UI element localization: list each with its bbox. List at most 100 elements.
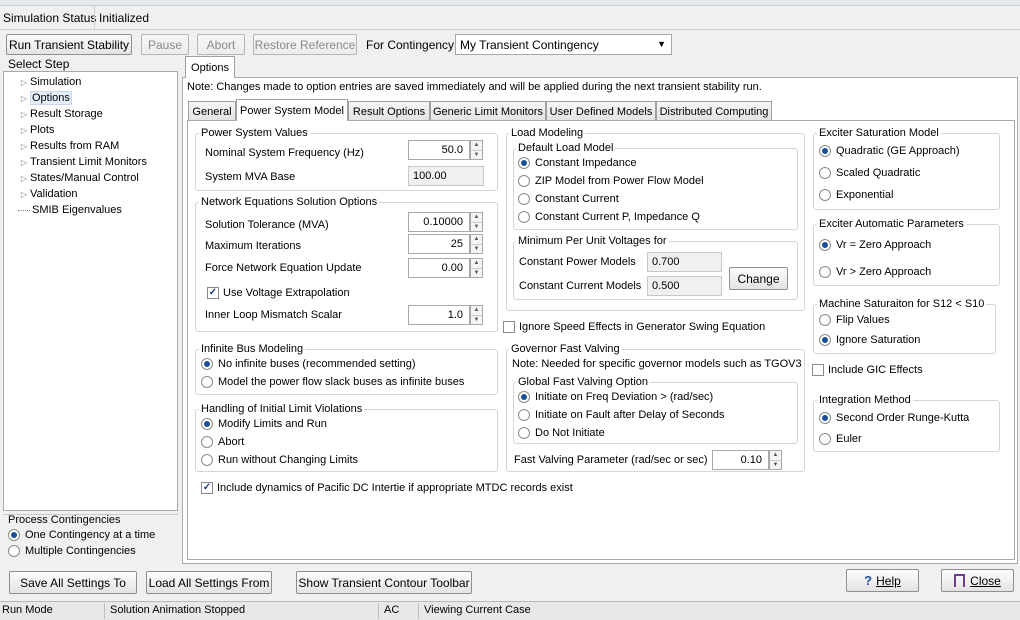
vr-zero-approach-radio[interactable]: Vr = Zero Approach	[819, 239, 931, 251]
ignore-speed-effects-checkbox[interactable]: Ignore Speed Effects in Generator Swing …	[503, 321, 765, 333]
do-not-initiate-radio[interactable]: Do Not Initiate	[518, 427, 605, 439]
radio-label: Modify Limits and Run	[218, 418, 327, 430]
close-button[interactable]: Close	[941, 569, 1014, 592]
constant-current-p-impedance-q-radio[interactable]: Constant Current P, Impedance Q	[518, 211, 700, 223]
checkbox-box	[812, 364, 824, 376]
tree-item-result-storage[interactable]: ▷ Result Storage	[18, 106, 103, 122]
radio-indicator	[819, 239, 831, 251]
slack-infinite-buses-radio[interactable]: Model the power flow slack buses as infi…	[201, 376, 464, 388]
run-mode-status: Run Mode	[2, 604, 53, 616]
radio-label: Multiple Contingencies	[25, 545, 136, 557]
constant-current-radio[interactable]: Constant Current	[518, 193, 619, 205]
radio-indicator	[201, 376, 213, 388]
run-without-changing-radio[interactable]: Run without Changing Limits	[201, 454, 358, 466]
inner-loop-mismatch-spinner[interactable]: ▲ ▼	[470, 305, 483, 325]
tab-options[interactable]: Options	[185, 56, 235, 78]
max-iterations-input[interactable]: 25	[408, 234, 470, 254]
radio-indicator	[819, 266, 831, 278]
radio-label: Vr = Zero Approach	[836, 239, 932, 251]
exciter-saturation-title: Exciter Saturation Model	[817, 127, 941, 139]
abort-button[interactable]: Abort	[197, 34, 245, 55]
pause-button[interactable]: Pause	[141, 34, 189, 55]
help-button[interactable]: ? Help	[846, 569, 919, 592]
radio-indicator	[819, 334, 831, 346]
checkbox-label: Ignore Speed Effects in Generator Swing …	[519, 321, 766, 333]
run-transient-stability-button[interactable]: Run Transient Stability	[6, 34, 132, 55]
tree-item-smib-eigenvalues[interactable]: SMIB Eigenvalues	[18, 202, 122, 218]
tab-distributed-computing[interactable]: Distributed Computing	[656, 101, 772, 121]
fast-valving-parameter-spinner[interactable]: ▲ ▼	[769, 450, 782, 470]
constant-impedance-radio[interactable]: Constant Impedance	[518, 157, 637, 169]
system-mva-base-value: 100.00	[408, 166, 484, 186]
multiple-contingencies-radio[interactable]: Multiple Contingencies	[8, 545, 136, 557]
tree-item-options[interactable]: ▷ Options	[18, 90, 72, 106]
simulation-status-value: Initialized	[99, 11, 150, 25]
restore-reference-button[interactable]: Restore Reference	[253, 34, 357, 55]
runge-kutta-radio[interactable]: Second Order Runge-Kutta	[819, 412, 969, 424]
fast-valving-parameter-input[interactable]: 0.10	[712, 450, 769, 470]
vr-greater-zero-radio[interactable]: Vr > Zero Approach	[819, 266, 931, 278]
exponential-radio[interactable]: Exponential	[819, 189, 894, 201]
solution-tolerance-spinner[interactable]: ▲ ▼	[470, 212, 483, 232]
radio-indicator	[819, 314, 831, 326]
force-network-update-spinner[interactable]: ▲ ▼	[470, 258, 483, 278]
checkbox-label: Include GIC Effects	[828, 364, 923, 376]
expand-arrow-icon: ▷	[20, 93, 28, 103]
nominal-frequency-input[interactable]: 50.0	[408, 140, 470, 160]
flip-values-radio[interactable]: Flip Values	[819, 314, 890, 326]
nominal-frequency-spinner[interactable]: ▲ ▼	[470, 140, 483, 160]
include-gic-effects-checkbox[interactable]: Include GIC Effects	[812, 364, 923, 376]
governor-fast-valving-title: Governor Fast Valving	[509, 343, 622, 355]
scaled-quadratic-radio[interactable]: Scaled Quadratic	[819, 167, 920, 179]
euler-radio[interactable]: Euler	[819, 433, 862, 445]
save-all-settings-button[interactable]: Save All Settings To	[9, 571, 137, 594]
quadratic-ge-radio[interactable]: Quadratic (GE Approach)	[819, 145, 960, 157]
change-button[interactable]: Change	[729, 267, 788, 290]
nominal-frequency-label: Nominal System Frequency (Hz)	[205, 147, 364, 159]
pacific-dc-intertie-checkbox[interactable]: ✓ Include dynamics of Pacific DC Intertie…	[201, 482, 573, 494]
help-question-icon: ?	[864, 573, 873, 588]
max-iterations-label: Maximum Iterations	[205, 240, 301, 252]
tab-user-defined-models[interactable]: User Defined Models	[546, 101, 656, 121]
radio-indicator	[518, 175, 530, 187]
tree-item-label: Validation	[30, 188, 78, 200]
solution-tolerance-input[interactable]: 0.10000	[408, 212, 470, 232]
radio-label: Constant Current	[535, 193, 619, 205]
checkmark-icon: ✓	[207, 287, 219, 299]
tab-general[interactable]: General	[188, 101, 236, 121]
contingency-dropdown[interactable]: My Transient Contingency ▼	[455, 34, 672, 55]
tab-result-options[interactable]: Result Options	[348, 101, 430, 121]
max-iterations-spinner[interactable]: ▲ ▼	[470, 234, 483, 254]
radio-label: Exponential	[836, 189, 894, 201]
checkbox-label: Use Voltage Extrapolation	[223, 287, 350, 299]
tab-generic-limit-monitors[interactable]: Generic Limit Monitors	[430, 101, 546, 121]
select-step-header: Select Step	[8, 57, 70, 71]
tree-item-label: Results from RAM	[30, 140, 120, 152]
force-network-update-input[interactable]: 0.00	[408, 258, 470, 278]
load-all-settings-button[interactable]: Load All Settings From	[146, 571, 272, 594]
modify-limits-radio[interactable]: Modify Limits and Run	[201, 418, 327, 430]
ignore-saturation-radio[interactable]: Ignore Saturation	[819, 334, 920, 346]
show-contour-toolbar-button[interactable]: Show Transient Contour Toolbar	[296, 571, 472, 594]
machine-saturation-title: Machine Saturaiton for S12 < S10	[817, 298, 987, 310]
inner-loop-mismatch-input[interactable]: 1.0	[408, 305, 470, 325]
tree-item-validation[interactable]: ▷ Validation	[18, 186, 78, 202]
abort-radio[interactable]: Abort	[201, 436, 244, 448]
initiate-fault-delay-radio[interactable]: Initiate on Fault after Delay of Seconds	[518, 409, 725, 421]
tree-item-states-manual-control[interactable]: ▷ States/Manual Control	[18, 170, 139, 186]
chevron-down-icon: ▼	[657, 39, 666, 49]
no-infinite-buses-radio[interactable]: No infinite buses (recommended setting)	[201, 358, 415, 370]
animation-status: Solution Animation Stopped	[110, 604, 246, 616]
tree-item-transient-limit-monitors[interactable]: ▷ Transient Limit Monitors	[18, 154, 147, 170]
tree-item-simulation[interactable]: ▷ Simulation	[18, 74, 81, 90]
radio-indicator	[518, 409, 530, 421]
tree-item-results-from-ram[interactable]: ▷ Results from RAM	[18, 138, 119, 154]
one-contingency-radio[interactable]: One Contingency at a time	[8, 529, 155, 541]
use-voltage-extrapolation-checkbox[interactable]: ✓ Use Voltage Extrapolation	[207, 287, 350, 299]
radio-label: Vr > Zero Approach	[836, 266, 932, 278]
infinite-bus-group	[195, 349, 498, 395]
zip-model-radio[interactable]: ZIP Model from Power Flow Model	[518, 175, 704, 187]
tree-item-plots[interactable]: ▷ Plots	[18, 122, 55, 138]
tab-power-system-model[interactable]: Power System Model	[236, 99, 348, 121]
initiate-freq-deviation-radio[interactable]: Initiate on Freq Deviation > (rad/sec)	[518, 391, 713, 403]
